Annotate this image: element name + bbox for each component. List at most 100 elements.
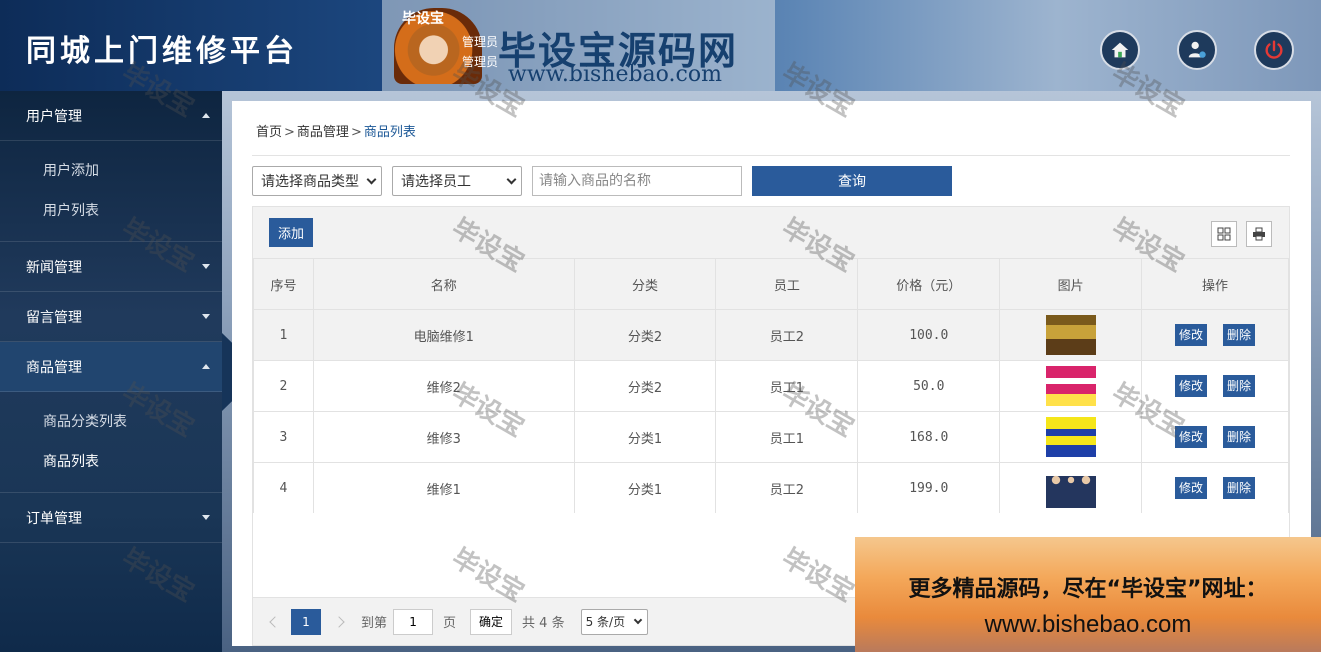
sidebar-item-add-user[interactable]: 用户添加 xyxy=(0,151,222,191)
cell-no: 4 xyxy=(253,462,314,514)
cell-actions: 修改 删除 xyxy=(1141,309,1289,361)
sidebar-menu-label: 留言管理 xyxy=(26,309,82,326)
goods-type-select-value: 请选择商品类型 xyxy=(261,174,359,190)
cell-price: 168.0 xyxy=(857,411,1001,463)
columns-icon xyxy=(1217,227,1231,241)
cell-category: 分类2 xyxy=(573,360,717,412)
chevron-down-icon xyxy=(633,615,643,625)
cell-name: 维修1 xyxy=(312,462,575,514)
edit-button[interactable]: 修改 xyxy=(1175,477,1208,499)
staff-select[interactable]: 请选择员工 xyxy=(392,166,522,196)
app-title: 同城上门维修平台 xyxy=(26,34,298,69)
caret-down-icon xyxy=(202,264,210,269)
table-header-row: 序号 名称 分类 员工 价格（元） 图片 操作 xyxy=(253,258,1289,310)
sidebar-menu-goods[interactable]: 商品管理 xyxy=(0,342,222,392)
sidebar-item-goods-list[interactable]: 商品列表 xyxy=(0,442,222,482)
breadcrumb: 首页 > 商品管理 > 商品列表 xyxy=(256,121,416,140)
sidebar-item-user-list[interactable]: 用户列表 xyxy=(0,191,222,231)
goto-confirm-button[interactable]: 确定 xyxy=(470,608,513,635)
page-size-select[interactable]: 5 条/页 xyxy=(580,608,649,635)
promo-ad[interactable]: 更多精品源码，尽在“毕设宝”网址： www.bishebao.com xyxy=(855,537,1321,652)
caret-down-icon xyxy=(202,314,210,319)
cell-no: 2 xyxy=(253,360,314,412)
home-button[interactable] xyxy=(1100,30,1140,70)
banner-url: www.bishebao.com xyxy=(508,62,722,87)
goods-thumbnail xyxy=(1045,468,1096,508)
delete-button[interactable]: 删除 xyxy=(1223,324,1256,346)
table-row: 4 维修1 分类1 员工2 199.0 修改 删除 xyxy=(253,462,1289,514)
cell-price: 199.0 xyxy=(857,462,1001,514)
logout-button[interactable] xyxy=(1254,30,1294,70)
next-page-icon[interactable] xyxy=(333,615,345,628)
sidebar-menu-news[interactable]: 新闻管理 xyxy=(0,242,222,292)
promo-banner: 毕设宝 毕设宝源码网 www.bishebao.com xyxy=(382,0,775,91)
caret-down-icon xyxy=(202,515,210,520)
cell-name: 电脑维修1 xyxy=(312,309,575,361)
cell-actions: 修改 删除 xyxy=(1141,462,1289,514)
cell-staff: 员工2 xyxy=(715,309,859,361)
banner-logo-text: 毕设宝 xyxy=(402,11,444,27)
add-button[interactable]: 添加 xyxy=(269,218,313,247)
table-row: 2 维修2 分类2 员工1 50.0 修改 删除 xyxy=(253,360,1289,412)
edit-button[interactable]: 修改 xyxy=(1175,375,1208,397)
sidebar-menu-label: 用户管理 xyxy=(26,108,82,125)
staff-select-value: 请选择员工 xyxy=(401,174,471,190)
goods-thumbnail xyxy=(1045,366,1096,406)
total-count: 共 4 条 xyxy=(522,616,565,631)
sidebar-menu-users[interactable]: 用户管理 xyxy=(0,91,222,141)
edit-button[interactable]: 修改 xyxy=(1175,324,1208,346)
breadcrumb-separator: > xyxy=(284,125,295,140)
delete-button[interactable]: 删除 xyxy=(1223,375,1256,397)
home-icon xyxy=(1111,42,1129,58)
column-header: 操作 xyxy=(1141,258,1289,310)
column-header: 图片 xyxy=(999,258,1143,310)
edit-button[interactable]: 修改 xyxy=(1175,426,1208,448)
cell-category: 分类1 xyxy=(573,411,717,463)
cell-name: 维修2 xyxy=(312,360,575,412)
delete-button[interactable]: 删除 xyxy=(1223,477,1256,499)
sidebar-menu-orders[interactable]: 订单管理 xyxy=(0,493,222,543)
app-header: 同城上门维修平台 毕设宝 毕设宝源码网 www.bishebao.com 管理员… xyxy=(0,0,1321,91)
breadcrumb-section[interactable]: 商品管理 xyxy=(297,125,349,140)
role-line-1: 管理员 xyxy=(462,35,499,49)
columns-button[interactable] xyxy=(1211,221,1237,247)
column-header: 分类 xyxy=(573,258,717,310)
table-row: 3 维修3 分类1 员工1 168.0 修改 删除 xyxy=(253,411,1289,463)
goods-name-input[interactable] xyxy=(532,166,742,196)
chevron-down-icon xyxy=(366,174,377,184)
sidebar-menu-label: 订单管理 xyxy=(26,510,82,527)
cell-staff: 员工1 xyxy=(715,360,859,412)
table-row: 1 电脑维修1 分类2 员工2 100.0 修改 删除 xyxy=(253,309,1289,361)
page-size-value: 5 条/页 xyxy=(585,615,626,629)
cell-image xyxy=(999,462,1143,514)
sidebar-menu-messages[interactable]: 留言管理 xyxy=(0,292,222,342)
breadcrumb-current: 商品列表 xyxy=(363,125,416,140)
submenu-users: 用户添加 用户列表 xyxy=(0,141,222,242)
chevron-down-icon xyxy=(506,174,517,184)
prev-page-icon[interactable] xyxy=(269,615,281,628)
breadcrumb-home[interactable]: 首页 xyxy=(256,125,282,140)
goods-table: 序号 名称 分类 员工 价格（元） 图片 操作 1 电脑维修1 分类2 员工2 … xyxy=(253,258,1289,514)
caret-up-icon xyxy=(202,364,210,369)
query-button[interactable]: 查询 xyxy=(752,166,952,196)
delete-button[interactable]: 删除 xyxy=(1223,426,1256,448)
goto-page-input[interactable] xyxy=(393,608,434,635)
user-settings-button[interactable] xyxy=(1177,30,1217,70)
cell-name: 维修3 xyxy=(312,411,575,463)
cell-category: 分类1 xyxy=(573,462,717,514)
cell-staff: 员工2 xyxy=(715,462,859,514)
column-header: 名称 xyxy=(312,258,575,310)
page-button-current[interactable]: 1 xyxy=(291,608,321,635)
sidebar-item-goods-category[interactable]: 商品分类列表 xyxy=(0,402,222,442)
role-line-2: 管理员 xyxy=(462,55,499,69)
divider xyxy=(252,155,1290,156)
cell-actions: 修改 删除 xyxy=(1141,411,1289,463)
submenu-goods: 商品分类列表 商品列表 xyxy=(0,392,222,493)
column-header: 员工 xyxy=(715,258,859,310)
print-icon xyxy=(1253,227,1265,241)
column-header: 价格（元） xyxy=(857,258,1001,310)
user-role: 管理员 管理员 xyxy=(462,32,498,72)
export-button[interactable] xyxy=(1246,221,1272,247)
caret-up-icon xyxy=(202,113,210,118)
goods-type-select[interactable]: 请选择商品类型 xyxy=(252,166,382,196)
